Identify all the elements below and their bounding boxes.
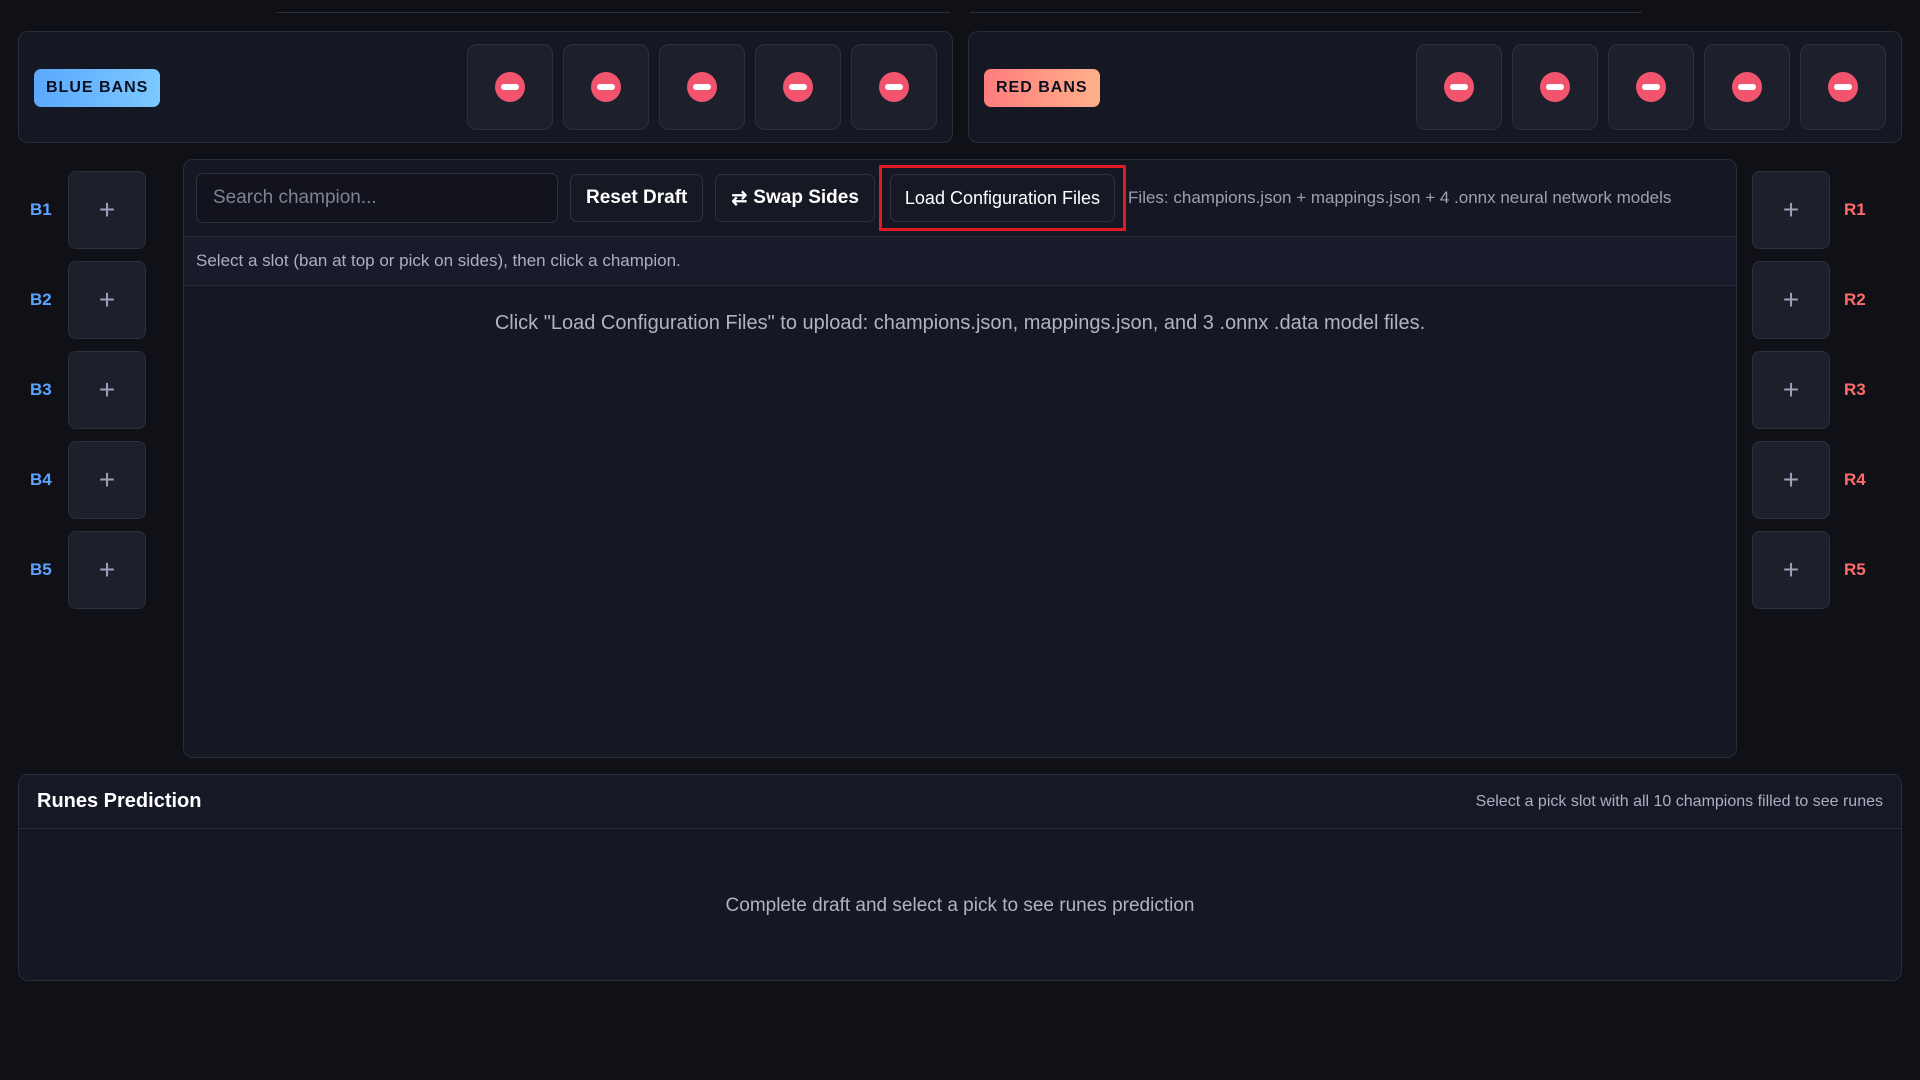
red-pick-slot-1[interactable]: + xyxy=(1752,171,1830,249)
red-bans-label: RED BANS xyxy=(984,69,1100,107)
red-pick-slot-4[interactable]: + xyxy=(1752,441,1830,519)
blue-pick-label: B4 xyxy=(30,470,52,489)
plus-icon: + xyxy=(98,464,116,495)
plus-icon: + xyxy=(98,554,116,585)
plus-icon: + xyxy=(98,194,116,225)
plus-icon: + xyxy=(1782,194,1800,225)
reset-draft-button[interactable]: Reset Draft xyxy=(570,174,704,222)
red-pick-row-4: + R4 xyxy=(1752,441,1868,519)
blue-ban-slot-5[interactable] xyxy=(851,44,937,130)
red-ban-slot-1[interactable] xyxy=(1416,44,1502,130)
red-pick-label: R5 xyxy=(1844,560,1866,579)
red-pick-slot-5[interactable]: + xyxy=(1752,531,1830,609)
plus-icon: + xyxy=(1782,374,1800,405)
blue-bans-label: BLUE BANS xyxy=(34,69,161,107)
search-input[interactable] xyxy=(196,173,558,223)
champion-panel: Reset Draft ⇄ Swap Sides Load Configurat… xyxy=(183,159,1737,758)
blue-ban-slots xyxy=(467,44,937,130)
champion-toolbar: Reset Draft ⇄ Swap Sides Load Configurat… xyxy=(196,165,1724,231)
blue-pick-slot-3[interactable]: + xyxy=(68,351,146,429)
red-ban-slot-2[interactable] xyxy=(1512,44,1598,130)
blue-pick-label: B1 xyxy=(30,200,52,219)
plus-icon: + xyxy=(1782,554,1800,585)
blue-pick-slot-2[interactable]: + xyxy=(68,261,146,339)
runes-header: Runes Prediction Select a pick slot with… xyxy=(19,775,1901,829)
blue-pick-row-5: B5 + xyxy=(30,531,146,609)
red-pick-slot-2[interactable]: + xyxy=(1752,261,1830,339)
blue-pick-slot-5[interactable]: + xyxy=(68,531,146,609)
blue-pick-label: B2 xyxy=(30,290,52,309)
red-ban-slots xyxy=(1416,44,1886,130)
blue-ban-slot-2[interactable] xyxy=(563,44,649,130)
blue-pick-slot-1[interactable]: + xyxy=(68,171,146,249)
red-ban-slot-4[interactable] xyxy=(1704,44,1790,130)
runes-title: Runes Prediction xyxy=(37,790,202,812)
plus-icon: + xyxy=(98,284,116,315)
swap-sides-button[interactable]: ⇄ Swap Sides xyxy=(715,174,875,222)
red-pick-row-3: + R3 xyxy=(1752,351,1868,429)
red-pick-slot-3[interactable]: + xyxy=(1752,351,1830,429)
files-note: Files: champions.json + mappings.json + … xyxy=(1128,188,1672,207)
runes-note: Select a pick slot with all 10 champions… xyxy=(1475,792,1883,810)
ban-icon xyxy=(1444,72,1474,102)
blue-ban-slot-4[interactable] xyxy=(755,44,841,130)
selection-hint: Select a slot (ban at top or pick on sid… xyxy=(184,236,1736,286)
ban-icon xyxy=(1828,72,1858,102)
blue-pick-label: B5 xyxy=(30,560,52,579)
blue-pick-slot-4[interactable]: + xyxy=(68,441,146,519)
blue-ban-slot-1[interactable] xyxy=(467,44,553,130)
blue-pick-row-4: B4 + xyxy=(30,441,146,519)
red-bans-bar: RED BANS xyxy=(968,31,1902,143)
red-pick-label: R2 xyxy=(1844,290,1866,309)
load-config-highlight: Load Configuration Files xyxy=(878,165,1127,231)
plus-icon: + xyxy=(1782,284,1800,315)
red-ban-slot-3[interactable] xyxy=(1608,44,1694,130)
red-pick-row-5: + R5 xyxy=(1752,531,1868,609)
blue-pick-label: B3 xyxy=(30,380,52,399)
ban-icon xyxy=(495,72,525,102)
swap-arrows-icon: ⇄ xyxy=(731,187,748,209)
swap-sides-label: Swap Sides xyxy=(753,187,859,208)
red-pick-row-1: + R1 xyxy=(1752,171,1868,249)
blue-pick-row-2: B2 + xyxy=(30,261,146,339)
runes-panel: Runes Prediction Select a pick slot with… xyxy=(18,774,1902,981)
ban-icon xyxy=(591,72,621,102)
red-pick-label: R1 xyxy=(1844,200,1866,219)
red-pick-row-2: + R2 xyxy=(1752,261,1868,339)
ban-icon xyxy=(879,72,909,102)
blue-bans-bar: BLUE BANS xyxy=(18,31,953,143)
top-divider-right xyxy=(970,12,1642,13)
top-divider-left xyxy=(277,12,950,13)
ban-icon xyxy=(783,72,813,102)
plus-icon: + xyxy=(98,374,116,405)
load-configuration-files-button[interactable]: Load Configuration Files xyxy=(889,174,1116,222)
blue-ban-slot-3[interactable] xyxy=(659,44,745,130)
blue-pick-row-1: B1 + xyxy=(30,171,146,249)
red-pick-label: R3 xyxy=(1844,380,1866,399)
ban-icon xyxy=(687,72,717,102)
runes-empty-state: Complete draft and select a pick to see … xyxy=(725,895,1195,916)
ban-icon xyxy=(1732,72,1762,102)
ban-icon xyxy=(1540,72,1570,102)
ban-icon xyxy=(1636,72,1666,102)
plus-icon: + xyxy=(1782,464,1800,495)
red-ban-slot-5[interactable] xyxy=(1800,44,1886,130)
red-pick-label: R4 xyxy=(1844,470,1866,489)
blue-pick-row-3: B3 + xyxy=(30,351,146,429)
load-instructions: Click "Load Configuration Files" to uplo… xyxy=(494,312,1426,334)
